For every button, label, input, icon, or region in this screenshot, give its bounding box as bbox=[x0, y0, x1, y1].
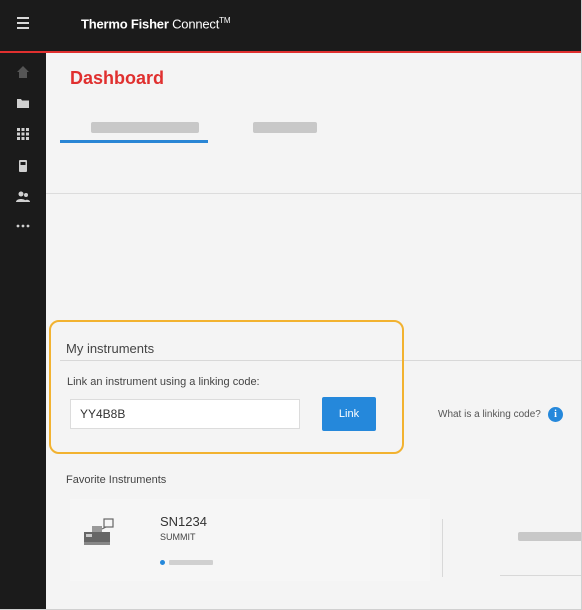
more-icon[interactable] bbox=[14, 219, 32, 237]
my-instruments-heading: My instruments bbox=[66, 341, 155, 356]
info-icon[interactable]: i bbox=[548, 407, 563, 422]
instrument-model: SUMMIT bbox=[160, 532, 196, 542]
favorite-instruments-heading: Favorite Instruments bbox=[66, 474, 167, 486]
second-card-placeholder[interactable] bbox=[518, 532, 581, 541]
favorite-instrument-card[interactable] bbox=[70, 499, 430, 581]
second-card-line bbox=[500, 575, 581, 576]
active-tab-indicator bbox=[60, 140, 208, 143]
brand-trademark: TM bbox=[219, 16, 231, 25]
linking-code-label: Link an instrument using a linking code: bbox=[67, 376, 260, 388]
home-icon[interactable] bbox=[14, 65, 32, 83]
section-divider bbox=[60, 360, 581, 361]
brand-logo: Thermo Fisher ConnectTM bbox=[81, 16, 230, 31]
link-button[interactable]: Link bbox=[322, 397, 376, 431]
status-text-placeholder bbox=[169, 560, 213, 565]
grid-icon[interactable] bbox=[14, 127, 32, 145]
page-title: Dashboard bbox=[70, 68, 165, 88]
status-dot bbox=[160, 560, 165, 565]
instrument-icon bbox=[84, 518, 114, 545]
instrument-serial: SN1234 bbox=[160, 514, 207, 529]
hamburger-menu-icon[interactable] bbox=[17, 17, 33, 31]
sidebar bbox=[0, 53, 46, 609]
top-bar: Thermo Fisher ConnectTM bbox=[0, 0, 581, 53]
device-icon[interactable] bbox=[14, 159, 32, 177]
main-content: Dashboard My instruments Link an instrum… bbox=[46, 53, 581, 609]
folder-icon[interactable] bbox=[14, 96, 32, 114]
brand-product: Connect bbox=[168, 16, 220, 32]
app-frame: Thermo Fisher ConnectTM Dashboard My ins… bbox=[0, 0, 582, 610]
linking-code-help-link[interactable]: What is a linking code? bbox=[438, 409, 541, 420]
tab-bar bbox=[46, 101, 581, 194]
card-divider bbox=[442, 519, 443, 577]
linking-code-input[interactable] bbox=[70, 399, 300, 429]
people-icon[interactable] bbox=[14, 190, 32, 208]
tab-second[interactable] bbox=[253, 122, 317, 133]
brand-name: Thermo Fisher bbox=[81, 16, 169, 32]
tab-first[interactable] bbox=[91, 122, 199, 133]
